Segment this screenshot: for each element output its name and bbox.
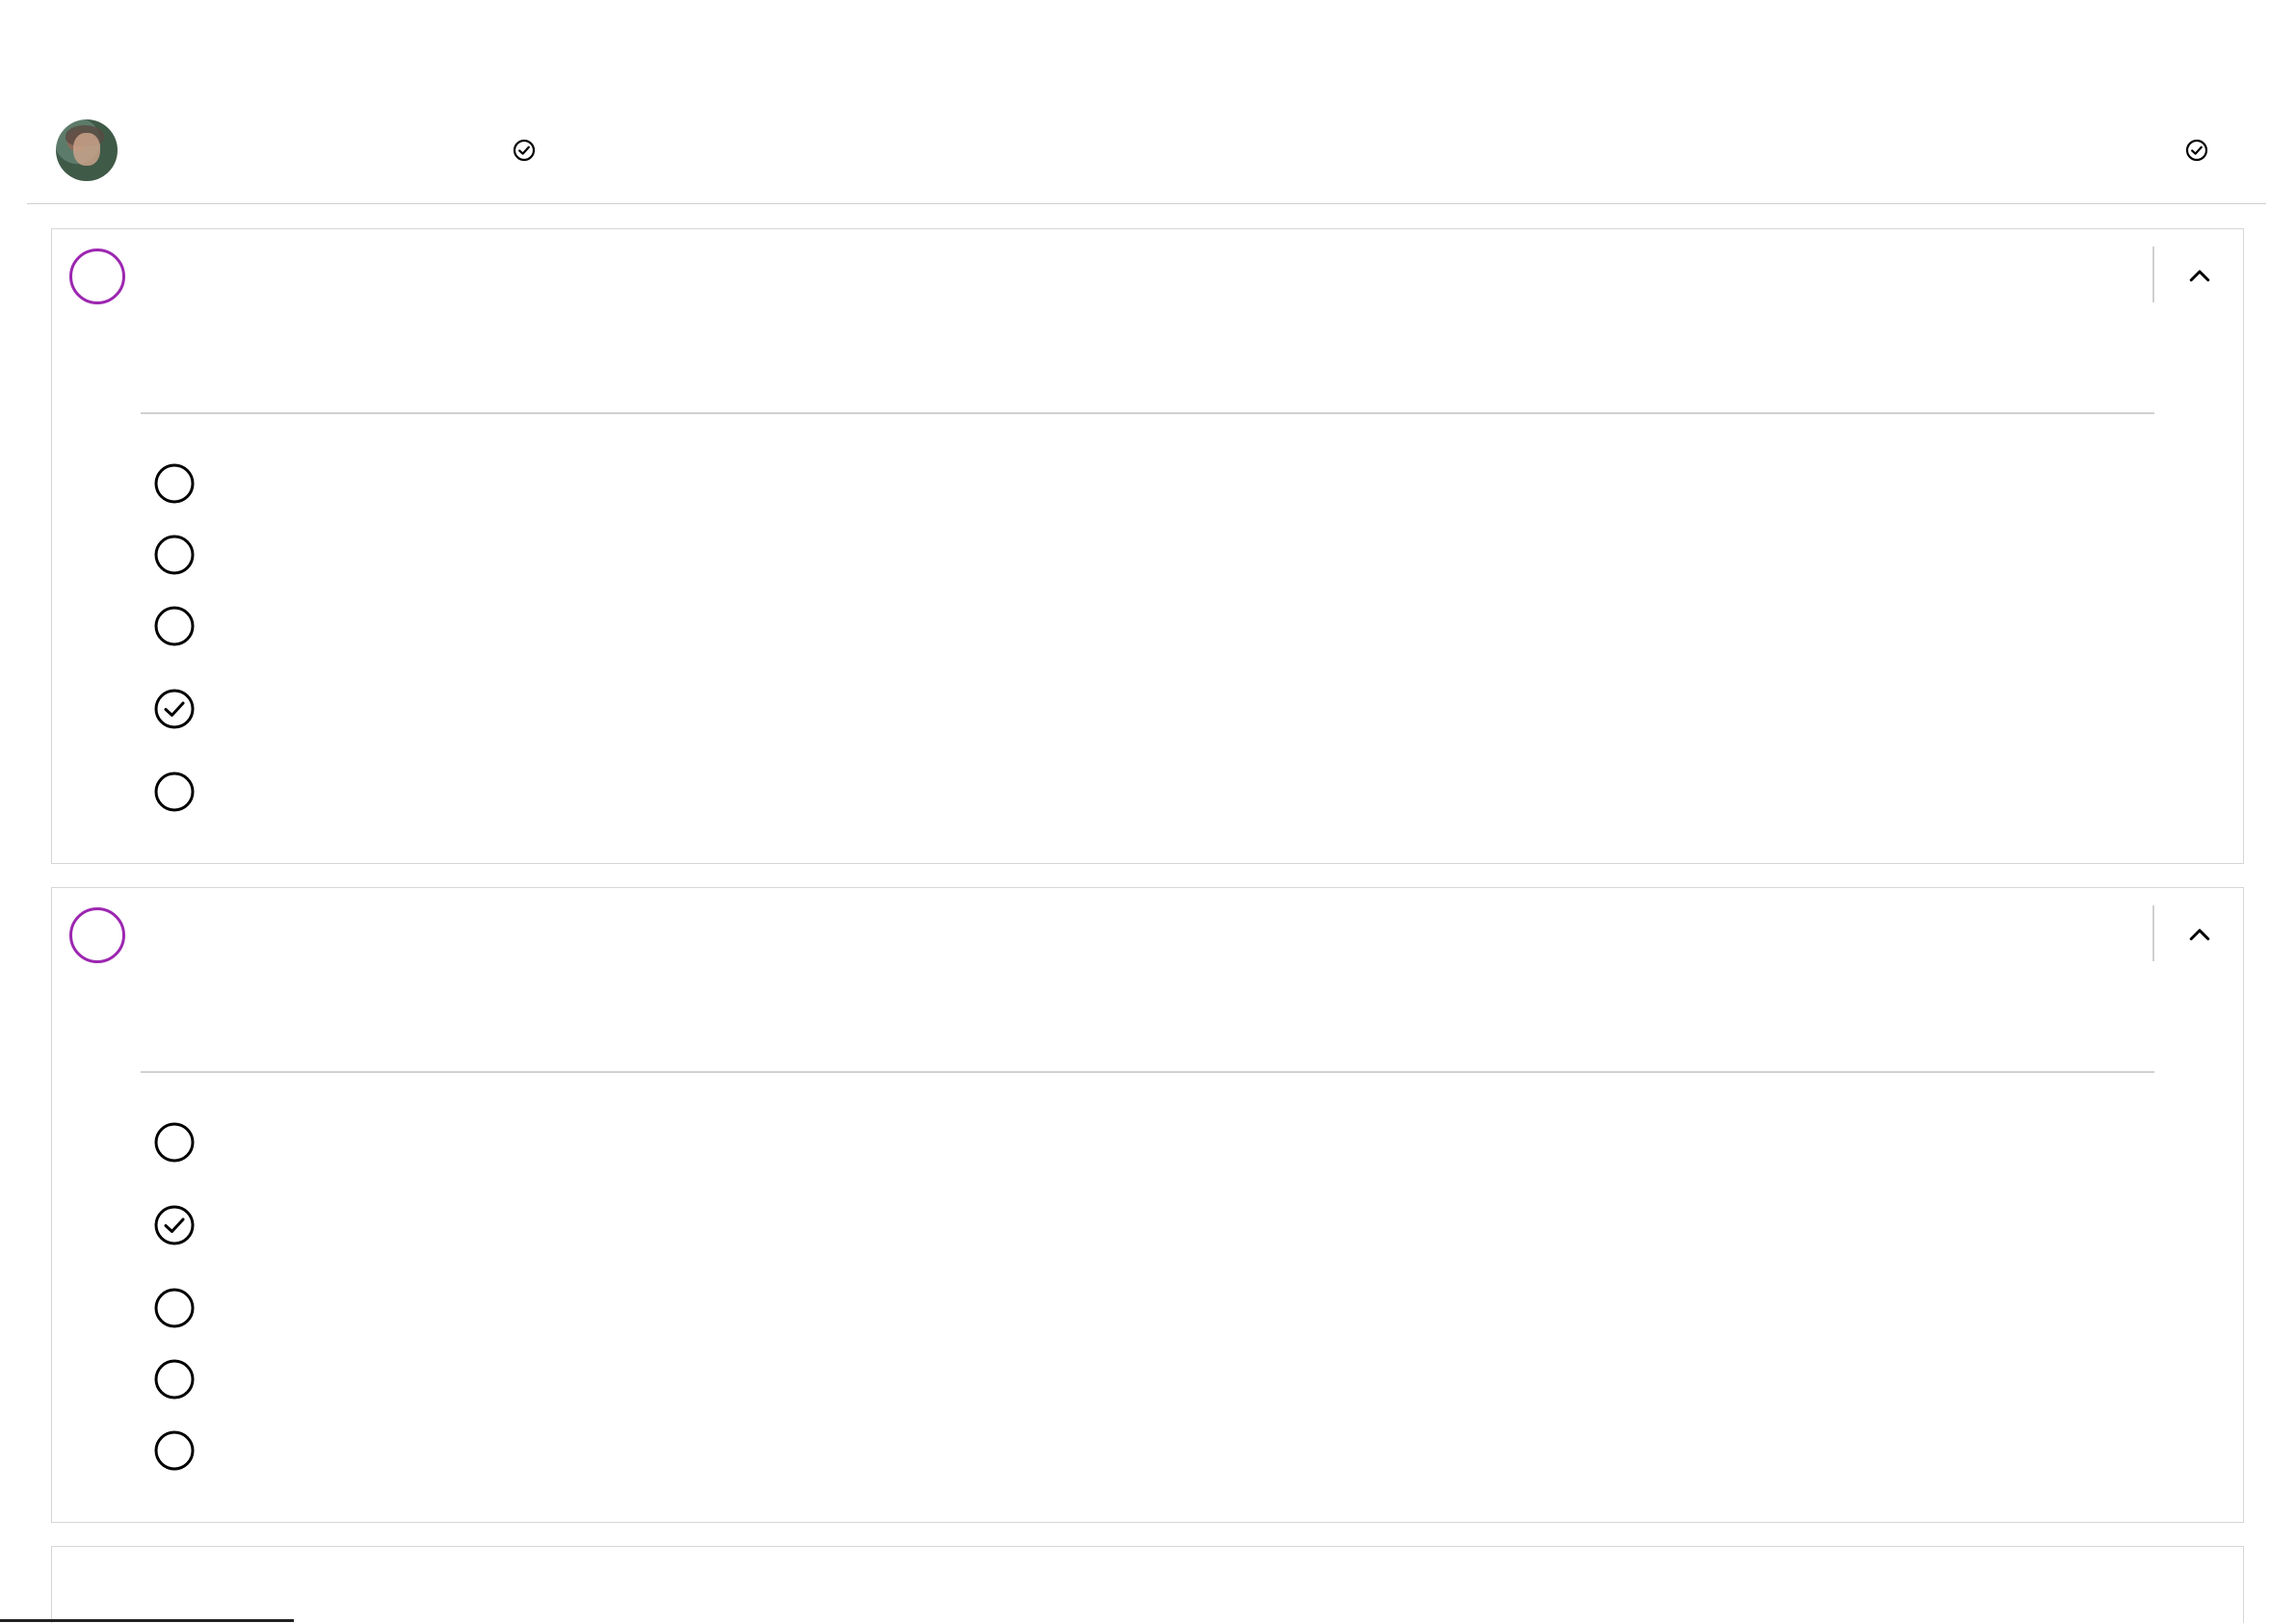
answer-option-1[interactable] (153, 460, 2080, 507)
answer-option-5[interactable] (153, 1427, 2080, 1474)
question-card-3 (51, 1546, 2244, 1623)
radio-unchecked-icon[interactable] (153, 1358, 196, 1400)
radio-unchecked-icon[interactable] (153, 771, 196, 813)
header-divider (2152, 905, 2154, 961)
radio-unchecked-icon[interactable] (153, 462, 196, 505)
check-circle-icon (2185, 139, 2208, 162)
collapse-button[interactable] (2172, 907, 2228, 963)
radio-unchecked-icon[interactable] (153, 1429, 196, 1472)
avatar[interactable] (56, 119, 118, 181)
radio-checked-icon[interactable] (153, 688, 196, 730)
radio-unchecked-icon[interactable] (153, 534, 196, 576)
quiz-header (27, 0, 2266, 204)
chevron-up-icon (2189, 270, 2210, 282)
question-number-badge (69, 907, 125, 963)
answer-option-3[interactable] (153, 1285, 2080, 1331)
radio-unchecked-icon[interactable] (153, 1287, 196, 1329)
radio-unchecked-icon[interactable] (153, 1121, 196, 1164)
question-divider (141, 1071, 2154, 1073)
answer-option-1[interactable] (153, 1119, 2080, 1165)
question-card-1 (51, 228, 2244, 864)
answer-option-3[interactable] (153, 603, 2080, 649)
answer-option-4[interactable] (153, 1356, 2080, 1402)
question-divider (141, 412, 2154, 414)
header-divider (2152, 247, 2154, 302)
collapse-button[interactable] (2172, 249, 2228, 304)
answer-option-2-selected[interactable] (153, 1202, 2080, 1248)
chevron-up-icon (2189, 929, 2210, 941)
answer-option-4-selected[interactable] (153, 686, 2080, 732)
check-circle-icon (513, 139, 536, 162)
answer-option-2[interactable] (153, 532, 2080, 578)
bottom-progress-strip (0, 1619, 294, 1622)
question-card-2 (51, 887, 2244, 1523)
question-number-badge (69, 249, 125, 304)
radio-unchecked-icon[interactable] (153, 605, 196, 647)
answer-option-5[interactable] (153, 769, 2080, 815)
radio-checked-icon[interactable] (153, 1204, 196, 1246)
